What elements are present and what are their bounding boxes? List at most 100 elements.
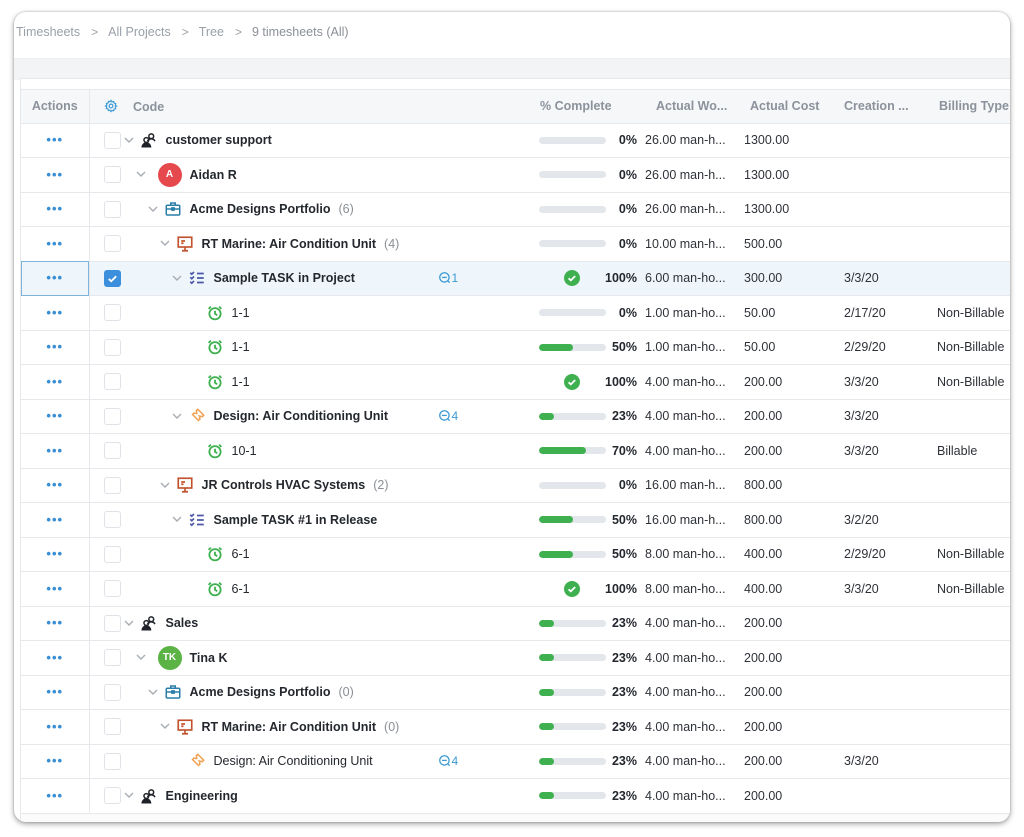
chevron-down-icon[interactable]: [160, 722, 170, 732]
breadcrumb-all-projects[interactable]: All Projects: [108, 25, 171, 39]
more-actions-icon[interactable]: •••: [46, 788, 63, 803]
node-label[interactable]: Sales: [166, 616, 199, 630]
table-row[interactable]: ••• Design: Air Conditioning Unit 4 23% 4.00…: [21, 399, 1010, 434]
column-header-actions[interactable]: Actions: [21, 90, 90, 124]
node-label[interactable]: JR Controls HVAC Systems: [202, 478, 366, 492]
chevron-down-icon[interactable]: [136, 653, 146, 663]
table-row[interactable]: ••• 6-1 100% 8.00 man-ho... 400.00 3/3/20 Non-…: [21, 571, 1010, 607]
row-checkbox[interactable]: [103, 373, 121, 391]
node-label[interactable]: Aidan R: [190, 168, 237, 182]
node-label[interactable]: Acme Designs Portfolio: [190, 202, 331, 216]
node-label[interactable]: Acme Designs Portfolio: [190, 685, 331, 699]
row-checkbox[interactable]: [103, 131, 121, 149]
breadcrumb-timesheets[interactable]: Timesheets: [16, 25, 80, 39]
node-label[interactable]: Design: Air Conditioning Unit: [214, 409, 389, 423]
more-actions-icon[interactable]: •••: [46, 719, 63, 734]
row-checkbox[interactable]: [103, 269, 121, 287]
table-row[interactable]: ••• Acme Designs Portfolio (0) 23% 4.00 man-…: [21, 675, 1010, 710]
more-actions-icon[interactable]: •••: [46, 339, 63, 354]
table-row[interactable]: ••• Sample TASK #1 in Release 50% 16.00 man…: [21, 502, 1010, 538]
table-row[interactable]: ••• customer support 0% 26.00 man-h... 1300.…: [21, 123, 1010, 158]
node-label[interactable]: 6-1: [232, 582, 250, 596]
column-header-billing-type[interactable]: Billing Type: [924, 90, 1010, 124]
more-actions-icon[interactable]: •••: [46, 650, 63, 665]
row-checkbox[interactable]: [103, 649, 121, 667]
chevron-down-icon[interactable]: [136, 170, 146, 180]
table-row[interactable]: ••• Sample TASK in Project 1 100% 6.00 man-h…: [21, 261, 1010, 296]
node-label[interactable]: 1-1: [232, 375, 250, 389]
comments-badge[interactable]: 4: [438, 754, 458, 768]
chevron-down-icon[interactable]: [124, 135, 134, 145]
comments-badge[interactable]: 4: [438, 409, 458, 423]
more-actions-icon[interactable]: •••: [46, 408, 63, 423]
more-actions-icon[interactable]: •••: [46, 615, 63, 630]
column-header-code[interactable]: Code: [89, 90, 519, 124]
node-label[interactable]: Design: Air Conditioning Unit: [214, 754, 373, 768]
chevron-down-icon[interactable]: [160, 480, 170, 490]
node-label[interactable]: Engineering: [166, 789, 238, 803]
table-row[interactable]: ••• Sales 23% 4.00 man-ho... 200.00: [21, 606, 1010, 641]
more-actions-icon[interactable]: •••: [46, 132, 63, 147]
row-checkbox[interactable]: [103, 200, 121, 218]
node-label[interactable]: RT Marine: Air Condition Unit: [202, 720, 377, 734]
gear-icon[interactable]: [103, 99, 118, 113]
node-label[interactable]: Sample TASK #1 in Release: [214, 513, 378, 527]
table-row[interactable]: ••• A Aidan R 0% 26.00 man-h... 1300.00: [21, 157, 1010, 193]
more-actions-icon[interactable]: •••: [46, 270, 63, 285]
more-actions-icon[interactable]: •••: [46, 167, 63, 182]
table-row[interactable]: ••• 1-1 50% 1.00 man-ho... 50.00 2/29/20 Non-B…: [21, 330, 1010, 365]
more-actions-icon[interactable]: •••: [46, 305, 63, 320]
breadcrumb-tree[interactable]: Tree: [199, 25, 224, 39]
table-row[interactable]: ••• RT Marine: Air Condition Unit (4) 0% 10.…: [21, 226, 1010, 262]
more-actions-icon[interactable]: •••: [46, 512, 63, 527]
node-label[interactable]: customer support: [166, 133, 272, 147]
more-actions-icon[interactable]: •••: [46, 581, 63, 596]
chevron-down-icon[interactable]: [148, 204, 158, 214]
chevron-down-icon[interactable]: [148, 687, 158, 697]
row-checkbox[interactable]: [103, 166, 121, 184]
more-actions-icon[interactable]: •••: [46, 546, 63, 561]
row-checkbox[interactable]: [103, 235, 121, 253]
node-label[interactable]: Tina K: [190, 651, 228, 665]
chevron-down-icon[interactable]: [124, 791, 134, 801]
node-label[interactable]: 1-1: [232, 306, 250, 320]
more-actions-icon[interactable]: •••: [46, 374, 63, 389]
row-checkbox[interactable]: [103, 476, 121, 494]
chevron-down-icon[interactable]: [160, 239, 170, 249]
table-row[interactable]: ••• Engineering 23% 4.00 man-ho... 200.00: [21, 778, 1010, 814]
chevron-down-icon[interactable]: [172, 515, 182, 525]
row-checkbox[interactable]: [103, 718, 121, 736]
chevron-down-icon[interactable]: [124, 618, 134, 628]
more-actions-icon[interactable]: •••: [46, 684, 63, 699]
row-checkbox[interactable]: [103, 442, 121, 460]
table-row[interactable]: ••• 6-1 50% 8.00 man-ho... 400.00 2/29/20 Non-…: [21, 537, 1010, 572]
row-checkbox[interactable]: [103, 683, 121, 701]
more-actions-icon[interactable]: •••: [46, 236, 63, 251]
more-actions-icon[interactable]: •••: [46, 477, 63, 492]
chevron-down-icon[interactable]: [172, 273, 182, 283]
column-header-creation[interactable]: Creation ...: [829, 90, 924, 124]
table-row[interactable]: ••• Acme Designs Portfolio (6) 0% 26.00 man-…: [21, 192, 1010, 227]
node-label[interactable]: 1-1: [232, 340, 250, 354]
row-checkbox[interactable]: [103, 338, 121, 356]
table-row[interactable]: ••• TK Tina K 23% 4.00 man-ho... 200.00: [21, 640, 1010, 676]
table-row[interactable]: ••• RT Marine: Air Condition Unit (0) 23% 4.…: [21, 709, 1010, 745]
row-checkbox[interactable]: [103, 614, 121, 632]
node-label[interactable]: RT Marine: Air Condition Unit: [202, 237, 377, 251]
row-checkbox[interactable]: [103, 304, 121, 322]
table-row[interactable]: ••• 1-1 0% 1.00 man-ho... 50.00 2/17/20 Non-Bi…: [21, 295, 1010, 331]
column-header-actual-cost[interactable]: Actual Cost: [734, 90, 829, 124]
more-actions-icon[interactable]: •••: [46, 753, 63, 768]
node-label[interactable]: Sample TASK in Project: [214, 271, 355, 285]
column-header-actual-work[interactable]: Actual Wo...: [637, 90, 734, 124]
row-checkbox[interactable]: [103, 407, 121, 425]
column-header-pct-complete[interactable]: % Complete: [519, 90, 637, 124]
node-label[interactable]: 6-1: [232, 547, 250, 561]
row-checkbox[interactable]: [103, 511, 121, 529]
table-row[interactable]: ••• Design: Air Conditioning Unit 4 23% 4.00…: [21, 744, 1010, 779]
node-label[interactable]: 10-1: [232, 444, 257, 458]
more-actions-icon[interactable]: •••: [46, 443, 63, 458]
row-checkbox[interactable]: [103, 787, 121, 805]
table-row[interactable]: ••• 1-1 100% 4.00 man-ho... 200.00 3/3/20 Non-…: [21, 364, 1010, 400]
more-actions-icon[interactable]: •••: [46, 201, 63, 216]
